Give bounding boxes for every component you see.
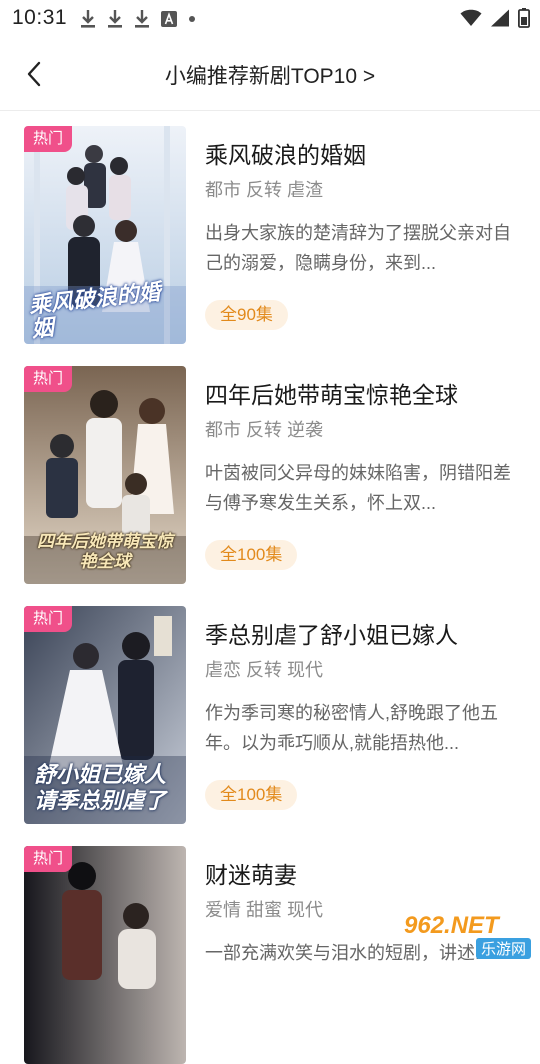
drama-item[interactable]: 乘风破浪的婚姻 热门 乘风破浪的婚姻 都市 反转 虐渣 出身大家族的楚清辞为了摆脱父… xyxy=(0,110,540,344)
drama-description: 叶茵被同父异母的妹妹陷害，阴错阳差与傅予寒发生关系，怀上双... xyxy=(205,463,511,513)
drama-item[interactable]: 舒小姐已嫁人 请季总别虐了 热门 季总别虐了舒小姐已嫁人 虐恋 反转 现代 作为季司… xyxy=(0,590,540,824)
hot-badge: 热门 xyxy=(24,366,72,392)
site-watermark: 962.NET 乐游网 xyxy=(400,912,540,960)
tag: 逆袭 xyxy=(287,420,323,440)
episode-count-badge: 全100集 xyxy=(205,540,298,570)
nav-header: 小编推荐新剧TOP10 > xyxy=(0,40,540,111)
page-title[interactable]: 小编推荐新剧TOP10 > xyxy=(0,60,540,90)
drama-tags: 爱情 甜蜜 现代 xyxy=(205,896,328,922)
hot-badge: 热门 xyxy=(24,606,72,632)
tag: 反转 xyxy=(246,420,282,440)
download-icon xyxy=(108,10,122,28)
drama-tags: 都市 反转 虐渣 xyxy=(205,176,328,202)
episode-count-badge: 全100集 xyxy=(205,780,298,810)
text-a-icon xyxy=(161,11,177,27)
tag: 甜蜜 xyxy=(246,900,282,920)
hot-badge: 热门 xyxy=(24,126,72,152)
tag: 都市 xyxy=(205,180,241,200)
drama-poster[interactable]: 乘风破浪的婚姻 热门 xyxy=(24,126,186,344)
signal-icon xyxy=(491,9,509,27)
poster-image xyxy=(24,846,186,1064)
download-icon xyxy=(135,10,149,28)
drama-title[interactable]: 财迷萌妻 xyxy=(205,856,297,890)
drama-tags: 都市 反转 逆袭 xyxy=(205,416,328,442)
battery-icon xyxy=(518,8,530,28)
system-icons xyxy=(460,7,530,29)
watermark-brand: 962.NET xyxy=(404,912,499,939)
drama-title[interactable]: 四年后她带萌宝惊艳全球 xyxy=(205,376,458,410)
wifi-icon xyxy=(460,9,482,27)
status-time: 10:31 xyxy=(12,6,68,29)
poster-text: 四年后她带萌宝惊艳全球 xyxy=(37,532,173,571)
tag: 爱情 xyxy=(205,900,241,920)
notification-icons xyxy=(80,8,196,30)
watermark-sub: 乐游网 xyxy=(476,938,532,959)
tag: 虐渣 xyxy=(287,180,323,200)
download-icon xyxy=(81,10,95,28)
drama-tags: 虐恋 反转 现代 xyxy=(205,656,328,682)
drama-poster[interactable]: 热门 xyxy=(24,846,186,1064)
tag: 现代 xyxy=(287,900,323,920)
drama-title[interactable]: 季总别虐了舒小姐已嫁人 xyxy=(205,616,458,650)
drama-description: 作为季司寒的秘密情人,舒晚跟了他五年。以为乖巧顺从,就能捂热他... xyxy=(205,703,498,753)
episode-count-badge: 全90集 xyxy=(205,300,288,330)
status-bar: 10:31 xyxy=(0,0,540,36)
tag: 都市 xyxy=(205,420,241,440)
drama-item[interactable]: 四年后她带萌宝惊艳全球 热门 四年后她带萌宝惊艳全球 都市 反转 逆袭 叶茵被同父异… xyxy=(0,350,540,584)
drama-title[interactable]: 乘风破浪的婚姻 xyxy=(205,136,366,170)
drama-poster[interactable]: 四年后她带萌宝惊艳全球 热门 xyxy=(24,366,186,584)
poster-text: 舒小姐已嫁人 请季总别虐了 xyxy=(34,762,167,813)
hot-badge: 热门 xyxy=(24,846,72,872)
tag: 反转 xyxy=(246,660,282,680)
tag: 反转 xyxy=(246,180,282,200)
dot-icon xyxy=(189,16,195,22)
tag: 虐恋 xyxy=(205,660,241,680)
drama-poster[interactable]: 舒小姐已嫁人 请季总别虐了 热门 xyxy=(24,606,186,824)
tag: 现代 xyxy=(287,660,323,680)
drama-description: 出身大家族的楚清辞为了摆脱父亲对自己的溺爱，隐瞒身份，来到... xyxy=(205,223,511,273)
